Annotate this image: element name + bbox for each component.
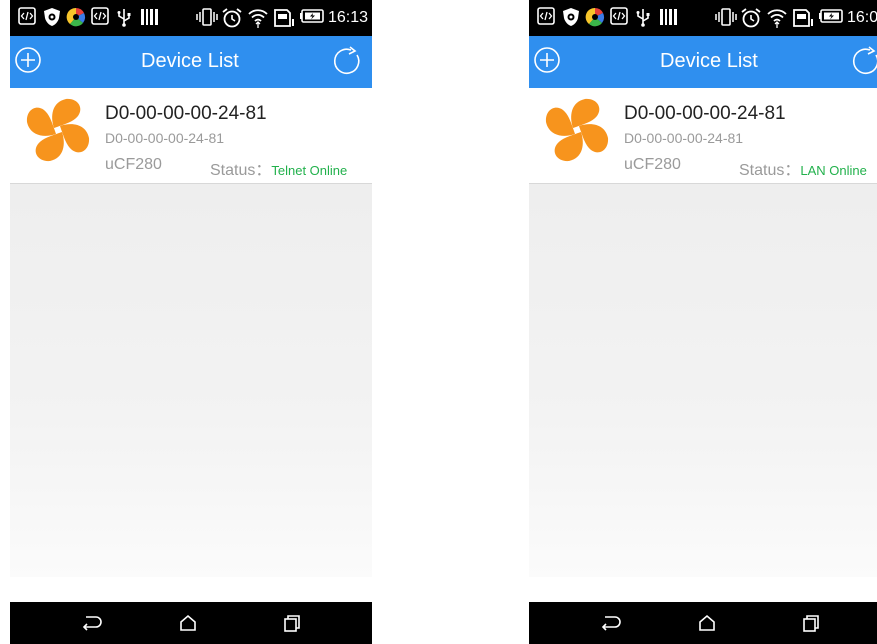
sd-card-icon [793, 9, 813, 27]
add-circle-icon[interactable] [13, 45, 43, 75]
status-time: 16:13 [328, 9, 369, 26]
colorwheel-icon [585, 7, 605, 27]
shield-icon [44, 8, 60, 26]
page-title: Device List [141, 50, 239, 72]
battery-icon [819, 9, 843, 23]
device-status: Status：LAN Online [739, 156, 867, 180]
status-value: LAN Online [800, 163, 867, 178]
refresh-icon[interactable] [850, 45, 877, 77]
device-id: D0-00-00-00-24-81 [624, 130, 744, 146]
back-icon[interactable] [599, 613, 621, 633]
vibrate-icon [196, 8, 218, 26]
home-icon[interactable] [697, 613, 717, 633]
refresh-icon[interactable] [331, 45, 363, 77]
system-nav-bar [10, 602, 372, 644]
device-model: uCF280 [105, 156, 162, 173]
code-icon [537, 7, 555, 25]
system-nav-bar [529, 602, 877, 644]
colorwheel-icon [66, 7, 86, 27]
recents-icon[interactable] [801, 613, 821, 633]
device-list-empty-area [529, 184, 877, 577]
code-icon [610, 7, 628, 25]
alarm-icon [222, 8, 242, 28]
add-circle-icon[interactable] [532, 45, 562, 75]
usb-icon [117, 9, 131, 27]
back-icon[interactable] [80, 613, 102, 633]
device-list-item[interactable]: D0-00-00-00-24-81 D0-00-00-00-24-81 uCF2… [10, 88, 372, 184]
recents-icon[interactable] [282, 613, 302, 633]
usb-icon [636, 9, 650, 27]
battery-icon [300, 9, 324, 23]
home-icon[interactable] [178, 613, 198, 633]
device-id: D0-00-00-00-24-81 [105, 130, 225, 146]
page-title: Device List [660, 50, 758, 72]
vibrate-icon [715, 8, 737, 26]
fan-icon [26, 98, 90, 162]
device-model: uCF280 [624, 156, 681, 173]
app-bar: Device List [529, 36, 877, 88]
phone-screen-left: 16:13 Device List D0-00-00-00-24-81 D0-0… [10, 0, 372, 644]
phone-screen-right: 16:0 Device List D0-00-00-00-24-81 D0-00… [529, 0, 877, 644]
device-name: D0-00-00-00-24-81 [624, 103, 786, 124]
code-icon [91, 7, 109, 25]
code-icon [18, 7, 36, 25]
status-label: Status： [210, 162, 272, 179]
status-bar: 16:0 [529, 0, 877, 36]
device-list-empty-area [10, 184, 372, 577]
wifi-icon [767, 9, 787, 28]
status-label: Status： [739, 162, 801, 179]
device-status: Status：Telnet Online [210, 156, 347, 180]
shield-icon [563, 8, 579, 26]
alarm-icon [741, 8, 761, 28]
status-bar: 16:13 [10, 0, 372, 36]
wifi-icon [248, 9, 268, 28]
barcode-icon [660, 9, 677, 25]
fan-icon [545, 98, 609, 162]
barcode-icon [141, 9, 158, 25]
status-time: 16:0 [847, 9, 877, 26]
app-bar: Device List [10, 36, 372, 88]
device-name: D0-00-00-00-24-81 [105, 103, 267, 124]
device-list-item[interactable]: D0-00-00-00-24-81 D0-00-00-00-24-81 uCF2… [529, 88, 877, 184]
status-value: Telnet Online [271, 163, 348, 178]
sd-card-icon [274, 9, 294, 27]
